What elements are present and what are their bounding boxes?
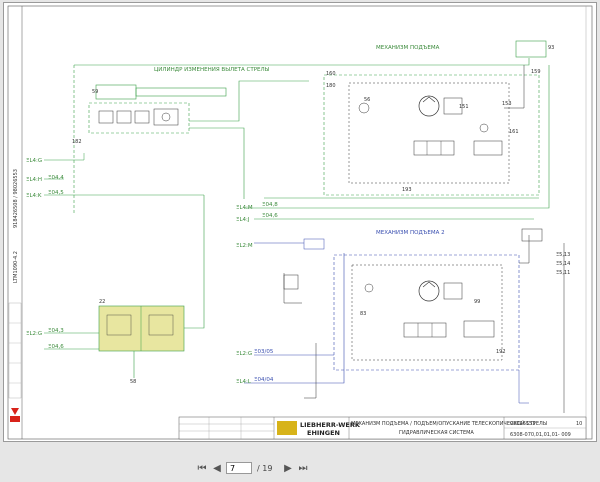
page-number-input[interactable]: 7 (226, 462, 252, 474)
left-line-2: ΞL4:H (26, 177, 42, 183)
prev-page-icon[interactable]: ◀ (211, 463, 223, 475)
left-line-5: ΞL4:J (236, 217, 250, 223)
pipe-label-2: Ξ04,5 (48, 190, 64, 196)
yellow-valve-block-22 (98, 305, 185, 352)
label-22: 22 (99, 299, 105, 305)
left-line-7: ΞL2:G (236, 351, 252, 357)
title-desc-2: ГИДРАВЛИЧЕСКАЯ СИСТЕМА (399, 430, 474, 436)
label-159: 159 (531, 69, 541, 75)
liebherr-logo-small-icon (11, 408, 19, 415)
hoist-2-valve (403, 322, 447, 338)
cylinder-rod (135, 87, 227, 97)
label-161: 161 (509, 129, 519, 135)
left-line-6: ΞL2:M (236, 243, 253, 249)
right-label-2: Ξ5,14 (556, 261, 570, 267)
block-93 (515, 40, 547, 58)
hoist-1-valve (413, 140, 455, 156)
valve-group-182 (88, 102, 190, 134)
pipe-label-6: Ξ04,6 (48, 344, 64, 350)
pipe-label-b2: Ξ04/04 (254, 377, 274, 383)
red-logo-block (10, 416, 20, 422)
title-cylinder: ЦИЛИНДР ИЗМЕНЕНИЯ ВЫЛЕТА СТРЕЛЫ (154, 67, 270, 73)
next-page-icon[interactable]: ▶ (282, 463, 294, 475)
pipe-label-1: Ξ04,4 (48, 175, 64, 181)
label-99: 99 (474, 299, 480, 305)
viewer-toolbar: ⏮ ◀ 7 / 19 ▶ ⏭ (0, 458, 600, 482)
side-code-2: 918426508 / 98026553 (13, 169, 19, 228)
hoist-1-frame (323, 74, 540, 196)
pipe-label-4: Ξ04,8 (262, 202, 278, 208)
page-total-label: / 19 (257, 464, 273, 473)
label-153: 153 (502, 101, 512, 107)
label-58: 58 (130, 379, 136, 385)
first-page-icon[interactable]: ⏮ (196, 463, 208, 475)
last-page-icon[interactable]: ⏭ (297, 463, 309, 475)
frame-outer (7, 5, 593, 440)
left-line-4: ΞL4:M (236, 205, 253, 211)
hoist-2-motor (418, 280, 440, 302)
right-label-1: Ξ5,13 (556, 252, 570, 258)
label-151: 151 (459, 104, 469, 110)
liebherr-logo-icon (277, 421, 297, 435)
label-182: 182 (72, 139, 82, 145)
right-label-3: Ξ5,11 (556, 270, 570, 276)
brand-line-2: EHINGEN (307, 429, 340, 437)
label-59: 59 (92, 89, 98, 95)
left-line-9: ΞL2:G (26, 331, 42, 337)
hoist-2-inner (351, 264, 503, 361)
label-192: 192 (496, 349, 506, 355)
svg-text:180: 180 (326, 83, 336, 89)
pdf-viewer: LTM1090-4.2 918426508 / 98026553 ЦИЛИНДР… (0, 0, 600, 482)
side-revision-box (8, 302, 22, 399)
drawing-number: 6308-070,01,01,01- 009 (510, 432, 571, 438)
side-code-1: LTM1090-4.2 (13, 251, 19, 283)
cylinder-block (95, 84, 137, 100)
label-160: 160 (326, 71, 336, 77)
label-56: 56 (364, 97, 370, 103)
hoist-1-inner (348, 82, 510, 184)
frame-right-strip (585, 5, 593, 440)
page-ref: 10 (576, 421, 582, 427)
pipe-label-3: Ξ04,6 (262, 213, 278, 219)
doc-number: 98026553 (510, 421, 535, 427)
left-line-1: ΞL4:G (26, 158, 42, 164)
pipe-label-b1: Ξ03/05 (254, 349, 274, 355)
hydraulic-schematic: LTM1090-4.2 918426508 / 98026553 ЦИЛИНДР… (7, 5, 593, 440)
left-line-3: ΞL4:K (26, 193, 42, 199)
hoist-1-motor (418, 95, 440, 117)
label-193: 193 (402, 187, 412, 193)
title-hoist-1: МЕХАНИЗМ ПОДЪЕМА (376, 45, 440, 51)
svg-text:93: 93 (548, 45, 554, 51)
title-hoist-2: МЕХАНИЗМ ПОДЪЕМА 2 (376, 230, 445, 236)
pipe-label-5: Ξ04,3 (48, 328, 64, 334)
schematic-sheet: LTM1090-4.2 918426508 / 98026553 ЦИЛИНДР… (3, 2, 597, 442)
label-83: 83 (360, 311, 366, 317)
left-line-8: ΞL4:L (236, 379, 252, 385)
